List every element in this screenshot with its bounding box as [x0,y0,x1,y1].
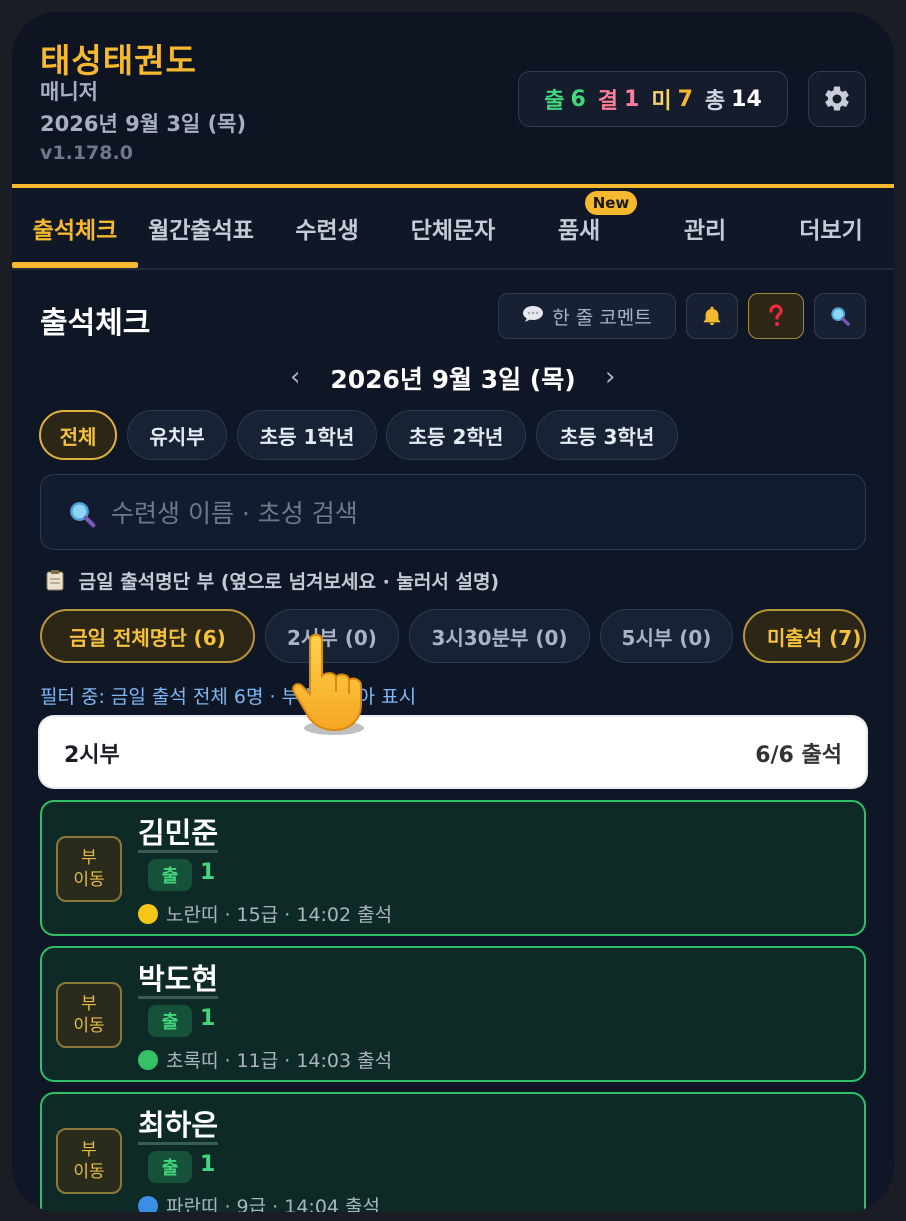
attendance-summary[interactable]: 출 6 결 1 미 7 총 14 [518,71,788,127]
attendance-badge: 출 [148,1005,192,1037]
attendance-count: 1 [200,1006,216,1031]
group-filter-grade2[interactable]: 초등 2학년 [386,410,526,460]
search-button[interactable] [814,293,866,339]
move-label-line2: 이동 [73,870,105,890]
search-icon [831,307,850,326]
unchecked-count: 7 [677,86,693,112]
move-label-line1: 부 [81,1140,97,1160]
notification-button[interactable] [686,293,738,339]
header-date: 2026년 9월 3일 (목) [40,112,247,136]
student-info-text: 초록띠 · 11급 · 14:03 출석 [166,1050,393,1072]
current-date: 2026년 9월 3일 (목) [330,365,576,394]
student-info: 노란띠 · 15급 · 14:02 출석 [138,900,392,927]
present-label: 출 [544,89,565,114]
session-all-today[interactable]: 금일 전체명단 (6) [40,609,255,663]
roster-note-text: 금일 출석명단 부 (옆으로 넘겨보세요 · 눌러서 설명) [78,571,500,593]
tab-more[interactable]: 더보기 [768,188,894,268]
group-filter-kindergarten[interactable]: 유치부 [127,410,227,460]
speech-bubble-icon [522,305,544,328]
student-info: 초록띠 · 11급 · 14:03 출석 [138,1046,392,1073]
session-5pm[interactable]: 5시부 (0) [600,609,733,663]
attendance-badge: 출 [148,859,192,891]
student-name[interactable]: 박도현 [138,962,219,999]
belt-color-dot [138,903,158,924]
student-card[interactable]: 부 이동 김민준 출 1 노란띠 · 15급 · 14:02 출석 [40,800,866,936]
attendance-count: 1 [200,860,216,885]
move-label-line2: 이동 [73,1016,105,1036]
absent-label: 결 [597,89,619,114]
unchecked-label: 미 [651,89,672,114]
comment-button[interactable]: 한 줄 코멘트 [498,293,676,339]
move-label-line1: 부 [81,994,97,1014]
next-day-button[interactable]: › [605,362,615,392]
group-filter-grade3[interactable]: 초등 3학년 [536,410,678,460]
student-info-text: 노란띠 · 15급 · 14:02 출석 [166,904,393,926]
student-card[interactable]: 부 이동 박도현 출 1 초록띠 · 11급 · 14:03 출석 [40,946,866,1082]
roster-note[interactable]: 금일 출석명단 부 (옆으로 넘겨보세요 · 눌러서 설명) [46,567,499,596]
active-tab-indicator [12,262,138,268]
student-info-text: 파란띠 · 9급 · 14:04 출석 [166,1196,381,1212]
tab-group-message[interactable]: 단체문자 [390,188,516,268]
present-count: 6 [570,86,586,112]
tab-manage[interactable]: 관리 [642,188,768,268]
tab-students[interactable]: 수련생 [264,188,390,268]
group-filter-all[interactable]: 전체 [39,410,117,460]
session-330pm[interactable]: 3시30분부 (0) [409,609,590,663]
student-name[interactable]: 김민준 [138,816,219,853]
attendance-count: 1 [200,1152,216,1177]
section-title: 출석체크 [40,306,151,341]
move-session-button[interactable]: 부 이동 [56,1128,122,1194]
student-info: 파란띠 · 9급 · 14:04 출석 [138,1192,380,1212]
question-icon [769,304,783,326]
app-header: 태성태권도 매니저 2026년 9월 3일 (목) v1.178.0 출 6 결… [12,12,894,184]
group-filter-grade1[interactable]: 초등 1학년 [237,410,377,460]
search-input[interactable] [109,475,853,551]
session-group-header[interactable]: 2시부 6/6 출석 [40,717,866,787]
student-search [40,474,866,551]
comment-button-label: 한 줄 코멘트 [552,306,652,329]
belt-color-dot [138,1195,158,1212]
total-label: 총 [704,89,726,114]
session-group-count: 6/6 출석 [755,743,842,768]
user-role: 매니저 [40,80,98,104]
date-navigator: ‹ 2026년 9월 3일 (목) › [12,358,894,398]
session-absent[interactable]: 미출석 (7) [743,609,866,663]
clipboard-icon [46,569,64,596]
move-label-line2: 이동 [73,1162,105,1182]
app-title: 태성태권도 [40,41,197,80]
absent-count: 1 [624,86,640,112]
main-tabs: 출석체크 월간출석표 수련생 단체문자 품새 관리 더보기 New [12,188,894,270]
gear-icon [825,86,849,111]
total-count: 14 [731,86,762,112]
move-session-button[interactable]: 부 이동 [56,836,122,902]
tab-attendance[interactable]: 출석체크 [12,188,138,268]
move-label-line1: 부 [81,848,97,868]
help-button[interactable] [748,293,804,339]
session-group-title: 2시부 [64,743,120,768]
app-frame: 태성태권도 매니저 2026년 9월 3일 (목) v1.178.0 출 6 결… [12,12,894,1212]
new-badge: New [585,191,637,215]
pointing-hand-icon [292,633,364,735]
search-icon [70,502,96,528]
app-version: v1.178.0 [40,142,133,164]
bell-icon [703,306,721,326]
belt-color-dot [138,1049,158,1070]
student-name[interactable]: 최하은 [138,1108,219,1145]
attendance-badge: 출 [148,1151,192,1183]
tab-monthly-sheet[interactable]: 월간출석표 [138,188,264,268]
student-card[interactable]: 부 이동 최하은 출 1 파란띠 · 9급 · 14:04 출석 [40,1092,866,1212]
settings-button[interactable] [808,71,866,127]
move-session-button[interactable]: 부 이동 [56,982,122,1048]
